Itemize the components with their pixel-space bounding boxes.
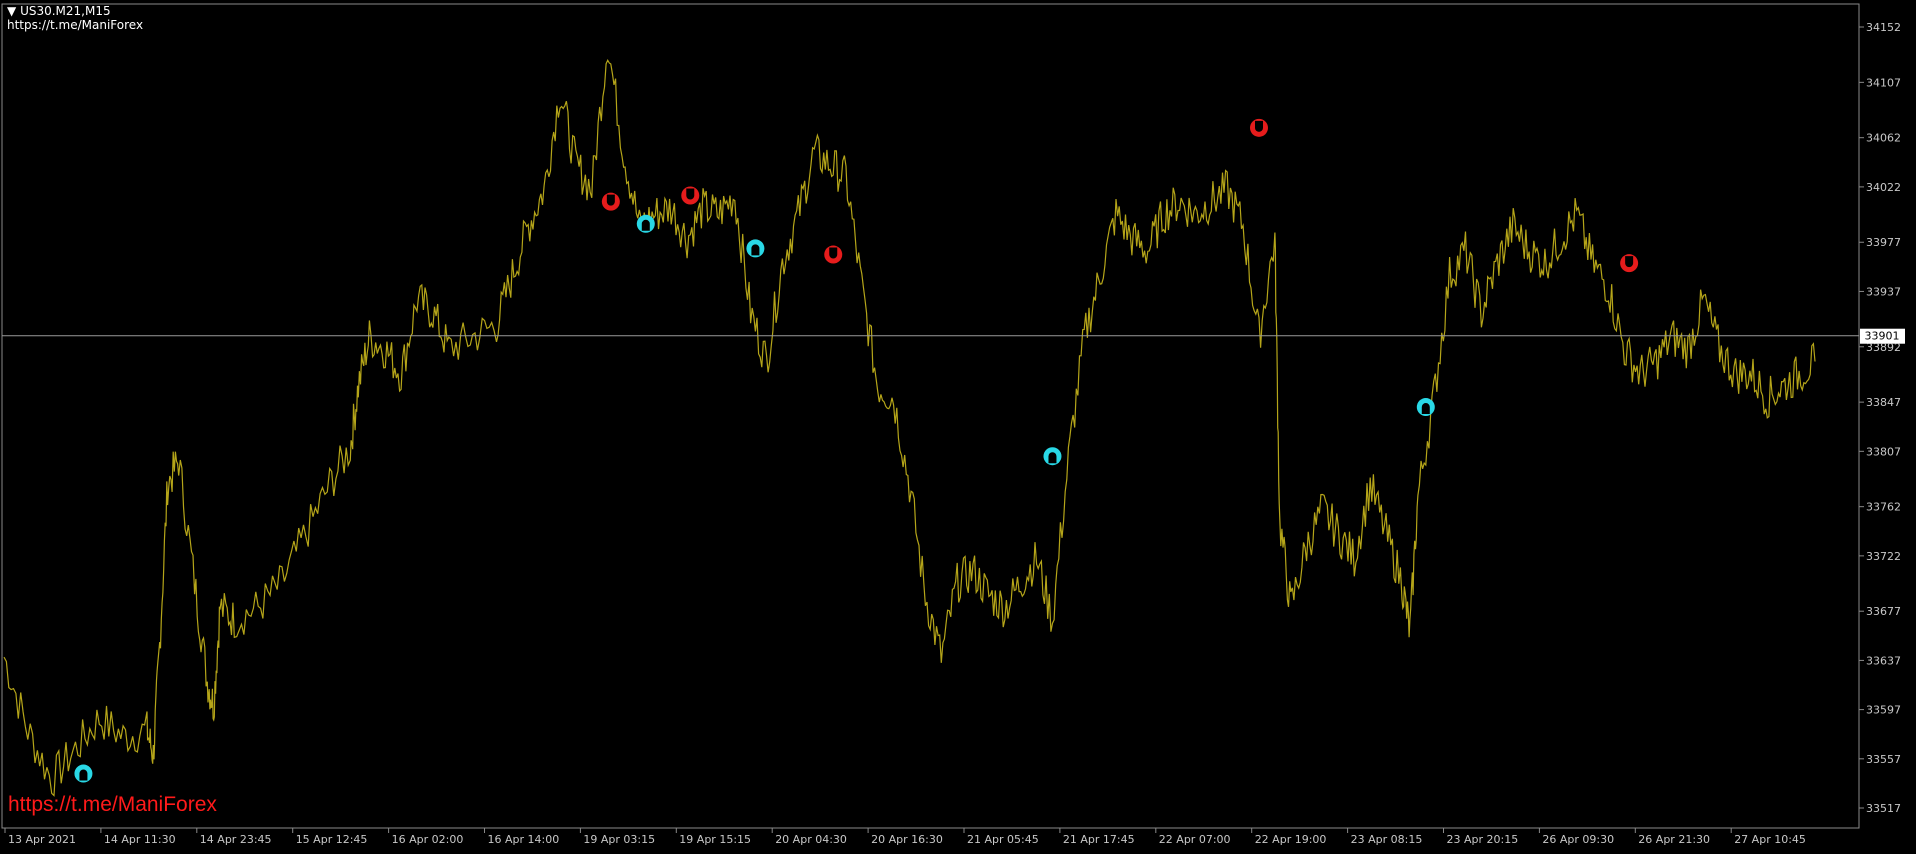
watermark-link: https://t.me/ManiForex	[8, 793, 217, 816]
sell-arrow-icon[interactable]	[824, 245, 843, 264]
time-tick-label: 22 Apr 19:00	[1255, 833, 1327, 846]
price-tick-label: 33677	[1866, 605, 1901, 618]
time-tick-label: 15 Apr 12:45	[296, 833, 368, 846]
channel-link[interactable]: https://t.me/ManiForex	[7, 18, 143, 32]
price-axis: 34152 34107 34062 34022 33977 33937 33892 33847…	[1859, 21, 1901, 815]
price-tick-label: 33517	[1866, 802, 1901, 815]
time-tick-label: 21 Apr 05:45	[967, 833, 1039, 846]
price-tick-label: 34107	[1866, 76, 1901, 89]
symbol-header: ▼ US30.M21,M15	[7, 4, 111, 18]
price-tick-label: 33937	[1866, 285, 1901, 298]
sell-arrow-icon[interactable]	[601, 192, 620, 211]
time-tick-label: 16 Apr 14:00	[488, 833, 560, 846]
time-tick-label: 14 Apr 23:45	[200, 833, 272, 846]
price-tick-label: 33557	[1866, 753, 1901, 766]
price-tick-label: 33597	[1866, 704, 1901, 717]
time-tick-label: 21 Apr 17:45	[1063, 833, 1135, 846]
sell-arrow-icon[interactable]	[681, 186, 700, 205]
price-tick-label: 33847	[1866, 396, 1901, 409]
time-tick-label: 13 Apr 2021	[8, 833, 76, 846]
price-tick-label: 34152	[1866, 21, 1901, 34]
plot-border	[1, 3, 1860, 829]
buy-arrow-icon[interactable]	[746, 239, 765, 258]
collapse-triangle-icon[interactable]: ▼	[7, 4, 16, 18]
signal-markers	[74, 118, 1639, 783]
price-tick-label: 33977	[1866, 236, 1901, 249]
price-tick-label: 34022	[1866, 181, 1901, 194]
time-tick-label: 19 Apr 03:15	[583, 833, 655, 846]
price-tick-label: 33722	[1866, 550, 1901, 563]
buy-arrow-icon[interactable]	[74, 764, 93, 783]
sell-arrow-icon[interactable]	[1620, 254, 1639, 273]
time-tick-label: 16 Apr 02:00	[392, 833, 464, 846]
time-axis: 13 Apr 2021 14 Apr 11:30 14 Apr 23:45 15 Ap…	[4, 828, 1806, 846]
price-tick-label: 34062	[1866, 132, 1901, 145]
buy-arrow-icon[interactable]	[1416, 398, 1435, 417]
time-tick-label: 23 Apr 08:15	[1351, 833, 1423, 846]
time-tick-label: 26 Apr 09:30	[1542, 833, 1614, 846]
sell-arrow-icon[interactable]	[1249, 118, 1268, 137]
price-tick-label: 33762	[1866, 501, 1901, 514]
price-series-line	[3, 59, 1816, 797]
buy-arrow-icon[interactable]	[636, 214, 655, 233]
time-tick-label: 20 Apr 16:30	[871, 833, 943, 846]
price-tick-label: 33807	[1866, 445, 1901, 458]
time-tick-label: 26 Apr 21:30	[1638, 833, 1710, 846]
symbol-label: US30.M21,M15	[20, 4, 111, 18]
time-tick-label: 14 Apr 11:30	[104, 833, 176, 846]
chart-area[interactable]: 33901 34152 34107 34062 34022 33977 33937 3389…	[0, 0, 1916, 850]
time-tick-label: 27 Apr 10:45	[1734, 833, 1806, 846]
buy-arrow-icon[interactable]	[1043, 447, 1062, 466]
time-tick-label: 22 Apr 07:00	[1159, 833, 1231, 846]
time-tick-label: 19 Apr 15:15	[679, 833, 751, 846]
price-tick-label: 33637	[1866, 654, 1901, 667]
time-tick-label: 23 Apr 20:15	[1447, 833, 1519, 846]
price-chart[interactable]: 33901 3415234107340623402233977339373389…	[0, 0, 1916, 850]
time-tick-label: 20 Apr 04:30	[775, 833, 847, 846]
price-tick-label: 33892	[1866, 341, 1901, 354]
